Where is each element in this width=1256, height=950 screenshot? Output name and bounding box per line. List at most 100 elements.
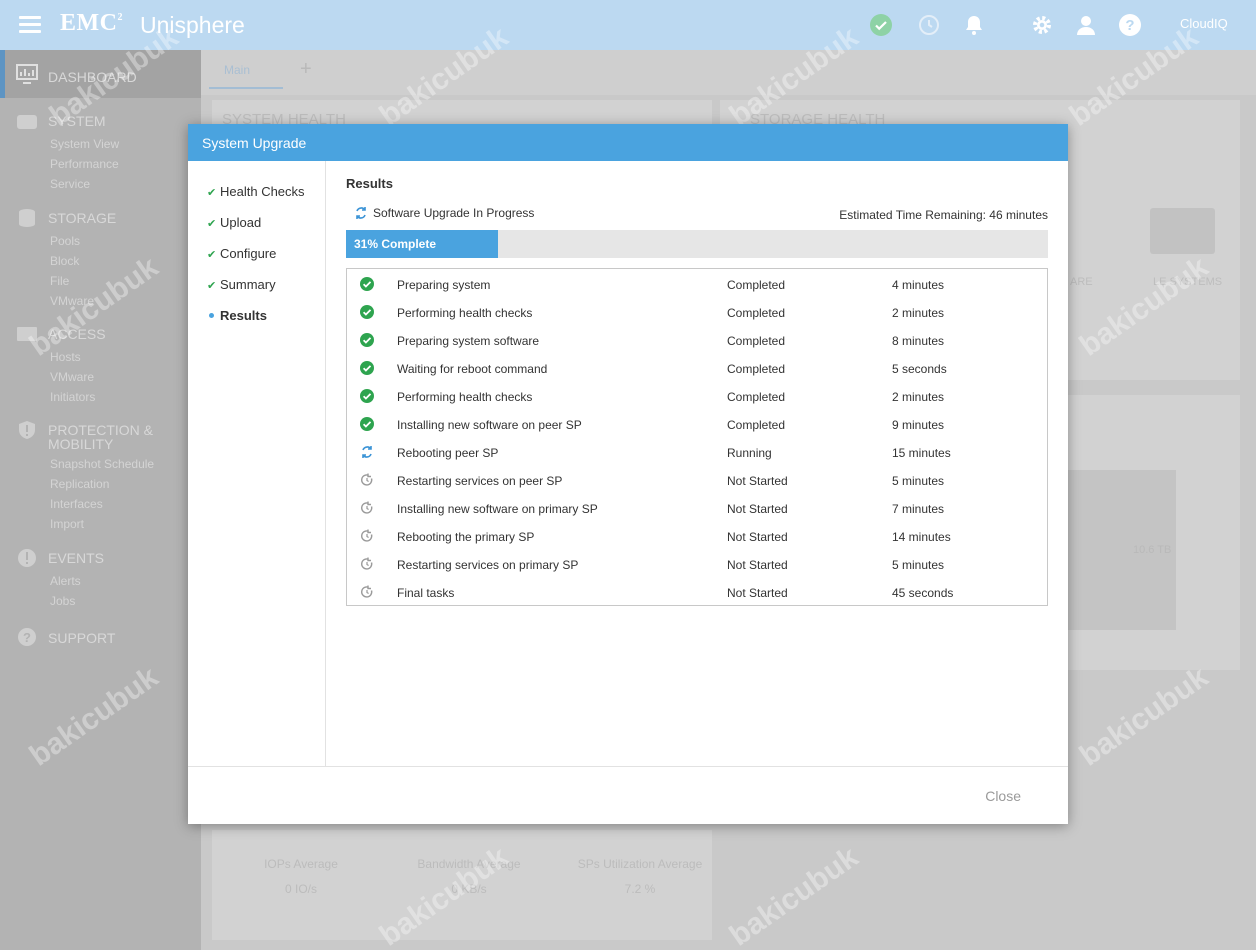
task-duration: 15 minutes bbox=[892, 446, 951, 460]
task-name: Final tasks bbox=[397, 586, 455, 600]
sidebar-section-events[interactable]: EVENTS bbox=[48, 550, 104, 566]
sidebar-item-performance[interactable]: Performance bbox=[50, 157, 119, 171]
task-row: Restarting services on peer SP Not Starte… bbox=[347, 466, 1047, 494]
sidebar-item-import[interactable]: Import bbox=[50, 517, 84, 531]
task-duration: 7 minutes bbox=[892, 502, 945, 516]
upgrade-status: Software Upgrade In Progress bbox=[354, 206, 534, 220]
sidebar-item-vmware[interactable]: VMware bbox=[50, 294, 94, 308]
task-row: Rebooting the primary SP Not Started 14 mi… bbox=[347, 522, 1047, 550]
task-status: Not Started bbox=[727, 474, 788, 488]
step-summary[interactable]: ✔ Summary bbox=[207, 277, 276, 292]
sidebar-item-replication[interactable]: Replication bbox=[50, 477, 109, 491]
tab-strip bbox=[201, 50, 1256, 95]
pending-clock-icon bbox=[360, 585, 374, 599]
task-duration: 8 minutes bbox=[892, 334, 945, 348]
sidebar: DASHBOARD SYSTEM System View Performance… bbox=[0, 50, 201, 950]
sidebar-item-access-vmware[interactable]: VMware bbox=[50, 370, 94, 384]
task-status: Not Started bbox=[727, 558, 788, 572]
tab-main[interactable]: Main bbox=[224, 63, 250, 77]
sidebar-item-alerts[interactable]: Alerts bbox=[50, 574, 81, 588]
task-duration: 2 minutes bbox=[892, 306, 945, 320]
sidebar-item-initiators[interactable]: Initiators bbox=[50, 390, 95, 404]
pending-clock-icon bbox=[360, 473, 374, 487]
step-upload[interactable]: ✔ Upload bbox=[207, 215, 261, 230]
support-icon: ? bbox=[18, 628, 36, 646]
close-button[interactable]: Close bbox=[985, 788, 1021, 804]
active-indicator bbox=[0, 50, 5, 98]
task-row: Performing health checks Completed 2 minut… bbox=[347, 382, 1047, 410]
sidebar-item-system-view[interactable]: System View bbox=[50, 137, 119, 151]
step-label: Summary bbox=[220, 277, 276, 292]
task-list: Preparing system Completed 4 minutes Perfor… bbox=[346, 268, 1048, 606]
task-status: Completed bbox=[727, 362, 786, 376]
task-name: Restarting services on primary SP bbox=[397, 558, 579, 572]
top-bar: EMC2 Unisphere ? CloudIQ bbox=[0, 0, 1256, 50]
dashboard-icon bbox=[16, 64, 38, 84]
task-duration: 5 seconds bbox=[892, 362, 947, 376]
alerts-bell-icon[interactable] bbox=[961, 12, 987, 38]
sidebar-item-interfaces[interactable]: Interfaces bbox=[50, 497, 103, 511]
step-label: Health Checks bbox=[220, 184, 305, 199]
task-duration: 9 minutes bbox=[892, 418, 945, 432]
sidebar-item-label: DASHBOARD bbox=[48, 69, 137, 85]
iops-label: IOPs Average bbox=[264, 857, 338, 871]
results-content: Results Software Upgrade In Progress Est… bbox=[326, 161, 1068, 766]
completed-check-icon bbox=[360, 305, 374, 319]
step-results[interactable]: Results bbox=[207, 308, 267, 323]
jobs-icon[interactable] bbox=[916, 12, 942, 38]
step-label: Upload bbox=[220, 215, 262, 230]
events-icon bbox=[18, 549, 36, 567]
step-configure[interactable]: ✔ Configure bbox=[207, 246, 276, 261]
task-duration: 2 minutes bbox=[892, 390, 945, 404]
user-icon[interactable] bbox=[1073, 12, 1099, 38]
tab-main-underline bbox=[209, 87, 283, 89]
task-name: Performing health checks bbox=[397, 390, 533, 404]
task-row: Rebooting peer SP Running 15 minutes bbox=[347, 438, 1047, 466]
completed-check-icon bbox=[360, 361, 374, 375]
brand-logo: EMC2 bbox=[60, 10, 123, 37]
settings-gear-icon[interactable] bbox=[1029, 12, 1055, 38]
menu-icon[interactable] bbox=[19, 16, 41, 34]
results-title: Results bbox=[346, 176, 393, 191]
step-health-checks[interactable]: ✔ Health Checks bbox=[207, 184, 305, 199]
bg-label-b: LE SYSTEMS bbox=[1153, 276, 1223, 288]
task-status: Completed bbox=[727, 390, 786, 404]
task-status: Completed bbox=[727, 278, 786, 292]
access-icon bbox=[17, 327, 37, 341]
sidebar-item-hosts[interactable]: Hosts bbox=[50, 350, 81, 364]
sidebar-section-storage[interactable]: STORAGE bbox=[48, 210, 116, 226]
health-check-icon[interactable] bbox=[868, 12, 894, 38]
shield-icon bbox=[19, 421, 35, 439]
sidebar-item-pools[interactable]: Pools bbox=[50, 234, 80, 248]
app-name: Unisphere bbox=[140, 12, 245, 38]
check-icon: ✔ bbox=[207, 218, 217, 230]
completed-check-icon bbox=[360, 277, 374, 291]
sidebar-item-snapshot-schedule[interactable]: Snapshot Schedule bbox=[50, 457, 154, 471]
task-status: Not Started bbox=[727, 586, 788, 600]
dialog-footer: Close bbox=[188, 766, 1068, 824]
pending-clock-icon bbox=[360, 501, 374, 515]
sidebar-item-block[interactable]: Block bbox=[50, 254, 79, 268]
task-name: Installing new software on peer SP bbox=[397, 418, 582, 432]
task-name: Restarting services on peer SP bbox=[397, 474, 563, 488]
help-icon[interactable]: ? bbox=[1117, 12, 1143, 38]
sidebar-item-jobs[interactable]: Jobs bbox=[50, 594, 75, 608]
sidebar-item-dashboard[interactable]: DASHBOARD bbox=[0, 50, 201, 98]
task-status: Not Started bbox=[727, 502, 788, 516]
completed-check-icon bbox=[360, 417, 374, 431]
task-row: Installing new software on peer SP Comple… bbox=[347, 410, 1047, 438]
task-status: Running bbox=[727, 446, 772, 460]
progress-label: 31% Complete bbox=[354, 237, 437, 251]
sidebar-item-service[interactable]: Service bbox=[50, 177, 90, 191]
cloudiq-link[interactable]: CloudIQ bbox=[1180, 16, 1228, 31]
sidebar-section-access[interactable]: ACCESS bbox=[48, 326, 106, 342]
task-name: Rebooting the primary SP bbox=[397, 530, 535, 544]
step-label: Configure bbox=[220, 246, 277, 261]
sidebar-section-support[interactable]: SUPPORT bbox=[48, 630, 115, 646]
task-row: Preparing system Completed 4 minutes bbox=[347, 270, 1047, 298]
add-tab-button[interactable]: + bbox=[300, 58, 312, 81]
sidebar-item-file[interactable]: File bbox=[50, 274, 69, 288]
sidebar-section-system[interactable]: SYSTEM bbox=[48, 113, 106, 129]
system-upgrade-dialog: System Upgrade ✔ Health Checks ✔ Upload ✔ C… bbox=[188, 124, 1068, 824]
svg-text:?: ? bbox=[1125, 17, 1134, 34]
